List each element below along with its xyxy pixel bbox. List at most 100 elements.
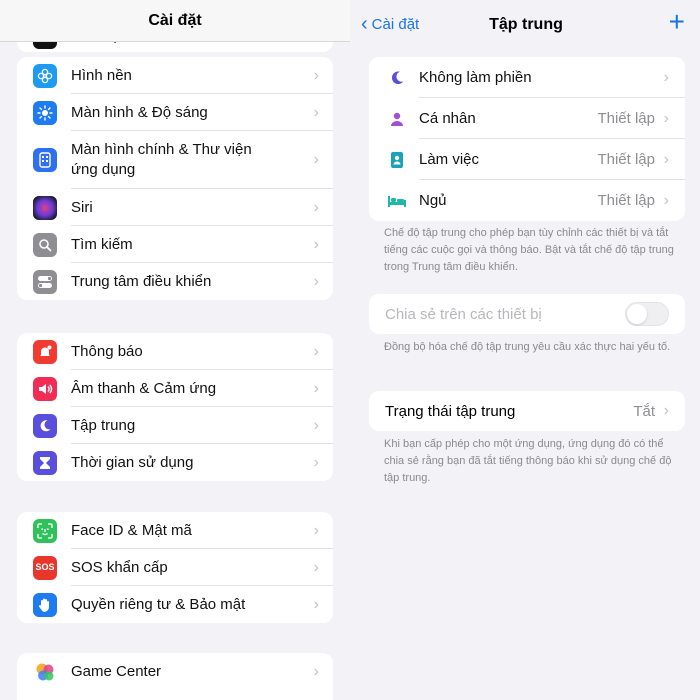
chevron-right-icon: › (313, 198, 319, 216)
chevron-right-icon: › (313, 521, 319, 539)
chevron-right-icon: › (663, 191, 669, 209)
focus-nav-bar: ‹ Cài đặt Tập trung + (351, 0, 700, 50)
settings-item-label: Tập trung (71, 416, 136, 434)
focus-mode-value: Thiết lập (597, 192, 655, 209)
page-title: Cài đặt (148, 11, 202, 29)
settings-item-privacy[interactable]: Quyền riêng tư & Bảo mật › (17, 586, 333, 623)
chevron-right-icon: › (313, 379, 319, 397)
page-title: Tập trung (489, 16, 563, 33)
settings-nav-bar: Cài đặt (0, 0, 350, 42)
faceid-icon (33, 518, 57, 543)
person-icon (387, 109, 407, 129)
settings-item-display[interactable]: Màn hình & Độ sáng › (17, 94, 333, 131)
chevron-right-icon: › (313, 272, 319, 290)
focus-modes-list: Không làm phiền › Cá nhân Thiết lập › Là… (369, 57, 685, 221)
focus-mode-personal[interactable]: Cá nhân Thiết lập › (369, 98, 685, 139)
focus-mode-value: Thiết lập (597, 151, 655, 168)
add-icon[interactable]: + (669, 8, 685, 36)
settings-item-label: Quyền riêng tư & Bảo mật (71, 595, 246, 613)
focus-mode-label: Ngủ (419, 192, 447, 209)
settings-item-home-screen[interactable]: Màn hình chính & Thư viện ứng dụng › (17, 131, 333, 189)
moon-icon (33, 413, 57, 438)
toggle-knob (627, 304, 647, 324)
settings-item-search[interactable]: Tìm kiếm › (17, 226, 333, 263)
sun-icon (33, 100, 57, 125)
hourglass-icon (33, 450, 57, 475)
chevron-right-icon: › (313, 103, 319, 121)
focus-status-note: Khi bạn cấp phép cho một ứng dụng, ứng d… (384, 438, 672, 484)
settings-item-face-id[interactable]: Face ID & Mật mã › (17, 512, 333, 549)
chevron-right-icon: › (313, 595, 319, 613)
back-button-label: Cài đặt (371, 15, 420, 33)
settings-item-siri[interactable]: Siri › (17, 189, 333, 226)
focus-status-value: Tắt (633, 402, 655, 420)
settings-item-label: Siri (71, 198, 93, 216)
focus-mode-label: Cá nhân (419, 110, 476, 127)
settings-item-label: Màn hình & Độ sáng (71, 103, 208, 121)
id-badge-icon (387, 150, 407, 170)
toggles-icon (33, 269, 57, 294)
settings-item-screen-time[interactable]: Thời gian sử dụng › (17, 444, 333, 481)
chevron-right-icon: › (663, 150, 669, 168)
focus-mode-label: Không làm phiền (419, 69, 532, 86)
focus-mode-sleep[interactable]: Ngủ Thiết lập › (369, 180, 685, 221)
home-screen-icon (33, 148, 57, 172)
chevron-right-icon: › (663, 109, 669, 127)
settings-pane: Cài đặt Chế độ chờ › Hình nền › Màn hình… (0, 0, 350, 700)
settings-item-label: Face ID & Mật mã (71, 521, 192, 539)
settings-group-3: Face ID & Mật mã › SOS SOS khẩn cấp › Qu… (17, 512, 333, 623)
settings-item-notifications[interactable]: Thông báo › (17, 333, 333, 370)
settings-item-control-center[interactable]: Trung tâm điều khiển › (17, 263, 333, 300)
settings-item-label: Thông báo (71, 342, 143, 360)
chevron-right-icon: › (313, 342, 319, 360)
settings-item-label: Thời gian sử dụng (71, 453, 194, 471)
chevron-right-icon: › (313, 235, 319, 253)
sos-icon: SOS (33, 555, 57, 580)
bed-icon (387, 191, 407, 211)
speaker-icon (33, 376, 57, 401)
moon-icon (387, 68, 407, 88)
settings-group-4: Game Center › (17, 653, 333, 700)
settings-item-wallpaper[interactable]: Hình nền › (17, 57, 333, 94)
share-note: Đồng bộ hóa chế độ tập trung yêu cầu xác… (384, 341, 671, 353)
settings-item-label: Âm thanh & Cảm ứng (71, 379, 217, 397)
settings-item-focus[interactable]: Tập trung › (17, 407, 333, 444)
bell-icon (33, 339, 57, 364)
focus-status-row[interactable]: Trạng thái tập trung Tắt › (369, 391, 685, 431)
focus-mode-do-not-disturb[interactable]: Không làm phiền › (369, 57, 685, 98)
back-button[interactable]: ‹ Cài đặt (361, 14, 419, 34)
chevron-right-icon: › (313, 453, 319, 471)
focus-mode-work[interactable]: Làm việc Thiết lập › (369, 139, 685, 180)
focus-pane: ‹ Cài đặt Tập trung + Không làm phiền › … (350, 0, 700, 700)
chevron-right-icon: › (313, 66, 319, 84)
settings-item-label: Game Center (71, 662, 162, 680)
settings-item-sounds[interactable]: Âm thanh & Cảm ứng › (17, 370, 333, 407)
share-across-devices-toggle[interactable] (625, 302, 669, 326)
settings-item-label: Trung tâm điều khiển (71, 272, 212, 290)
settings-item-label: Hình nền (71, 66, 132, 84)
chevron-right-icon: › (313, 416, 319, 434)
settings-item-label: Màn hình chính & Thư viện ứng dụng (71, 141, 252, 178)
game-center-icon (33, 659, 57, 684)
settings-group-1: Hình nền › Màn hình & Độ sáng › Màn hình… (17, 57, 333, 300)
share-across-devices-row: Chia sẻ trên các thiết bị (369, 294, 685, 334)
settings-item-game-center[interactable]: Game Center › (17, 653, 333, 690)
siri-icon (33, 195, 57, 220)
chevron-right-icon: › (313, 151, 319, 168)
chevron-right-icon: › (313, 662, 319, 680)
settings-item-label: Tìm kiếm (71, 235, 133, 253)
settings-group-2: Thông báo › Âm thanh & Cảm ứng › Tập tru… (17, 333, 333, 481)
focus-mode-label: Làm việc (419, 151, 480, 168)
flower-icon (33, 63, 57, 88)
chevron-right-icon: › (313, 558, 319, 576)
focus-mode-value: Thiết lập (597, 110, 655, 127)
focus-status-label: Trạng thái tập trung (385, 402, 516, 420)
search-icon (33, 232, 57, 257)
hand-icon (33, 592, 57, 617)
chevron-right-icon: › (663, 402, 669, 419)
focus-modes-note: Chế độ tập trung cho phép bạn tùy chỉnh … (384, 227, 674, 273)
chevron-right-icon: › (663, 68, 669, 86)
settings-item-label: SOS khẩn cấp (71, 558, 168, 576)
chevron-left-icon: ‹ (361, 13, 368, 35)
settings-item-sos[interactable]: SOS SOS khẩn cấp › (17, 549, 333, 586)
